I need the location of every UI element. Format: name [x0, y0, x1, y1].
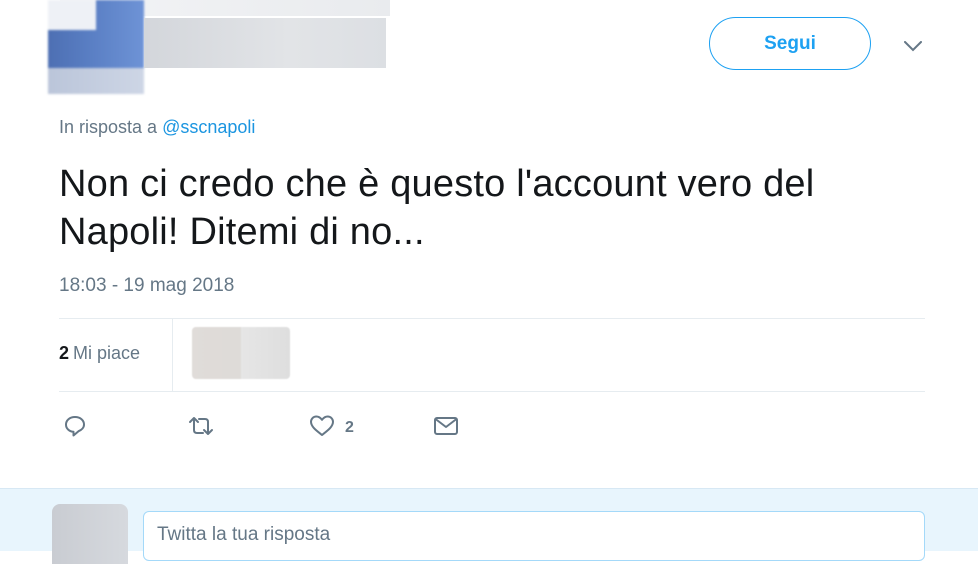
- likes-count: 2: [59, 343, 70, 363]
- heart-icon: [309, 414, 335, 443]
- avatar: [52, 504, 128, 564]
- reply-composer: Twitta la tua risposta: [0, 488, 978, 564]
- retweet-icon: [187, 414, 215, 443]
- tweet-card: Segui In risposta a @sscnapoli Non ci cr…: [0, 0, 978, 488]
- direct-message-button[interactable]: [433, 410, 459, 446]
- tweet-text-line: Napoli! Ditemi di no...: [59, 211, 425, 253]
- reply-handle-link[interactable]: @sscnapoli: [162, 117, 255, 137]
- like-button[interactable]: 2: [309, 410, 354, 446]
- avatar[interactable]: [48, 0, 144, 94]
- follow-button[interactable]: Segui: [709, 17, 871, 70]
- likes-label: Mi piace: [73, 343, 141, 363]
- like-count: 2: [345, 419, 354, 436]
- tweet-stats: 2 Mi piace: [59, 318, 925, 392]
- envelope-icon: [433, 415, 459, 442]
- liker-avatars[interactable]: [192, 327, 290, 379]
- tweet-text-line: Non ci credo che è questo l'account vero…: [59, 163, 815, 205]
- reply-input[interactable]: Twitta la tua risposta: [143, 511, 925, 561]
- tweet-actions: 2: [59, 410, 559, 446]
- tweet-text: Non ci credo che è questo l'account vero…: [59, 160, 929, 256]
- tweet-timestamp[interactable]: 18:03 - 19 mag 2018: [59, 275, 234, 297]
- reply-button[interactable]: [63, 410, 87, 446]
- reply-icon: [63, 414, 87, 443]
- chevron-down-icon[interactable]: [900, 36, 926, 56]
- reply-context: In risposta a @sscnapoli: [59, 117, 255, 138]
- likes-stat[interactable]: 2 Mi piace: [59, 343, 140, 364]
- stats-divider: [172, 319, 173, 391]
- reply-prefix: In risposta a: [59, 117, 158, 137]
- retweet-button[interactable]: [187, 410, 215, 446]
- blurred-display-name[interactable]: [144, 18, 386, 68]
